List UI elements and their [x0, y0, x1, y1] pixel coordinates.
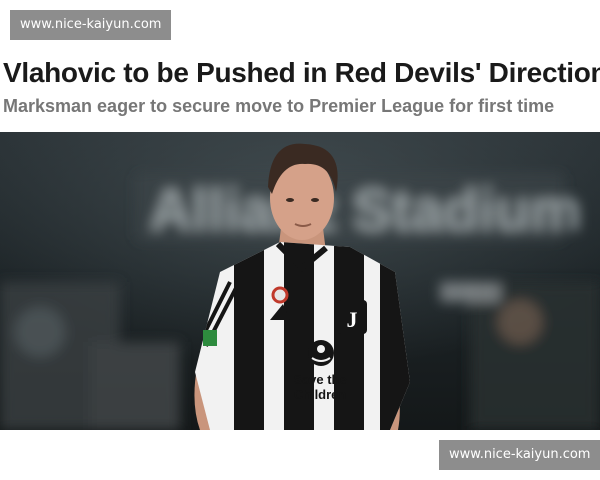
article-headline: Vlahovic to be Pushed in Red Devils' Dir… [3, 57, 600, 88]
stadium-sign-text: Allianz Stadium [150, 178, 582, 243]
shirt-sponsor-line1: Save the [293, 372, 346, 387]
watermark-bottom: www.nice-kaiyun.com [439, 440, 600, 470]
coppa-badge-icon [203, 330, 217, 346]
shirt-sponsor-line2: Children [294, 387, 347, 402]
article-photo: Allianz Stadium J Save the Children [0, 132, 600, 430]
stadium-sign: Allianz Stadium [135, 172, 582, 243]
article-subheadline: Marksman eager to secure move to Premier… [3, 96, 555, 116]
tricolore-badge-icon [271, 286, 289, 304]
watermark-top: www.nice-kaiyun.com [10, 10, 172, 40]
svg-text:J: J [347, 307, 358, 332]
